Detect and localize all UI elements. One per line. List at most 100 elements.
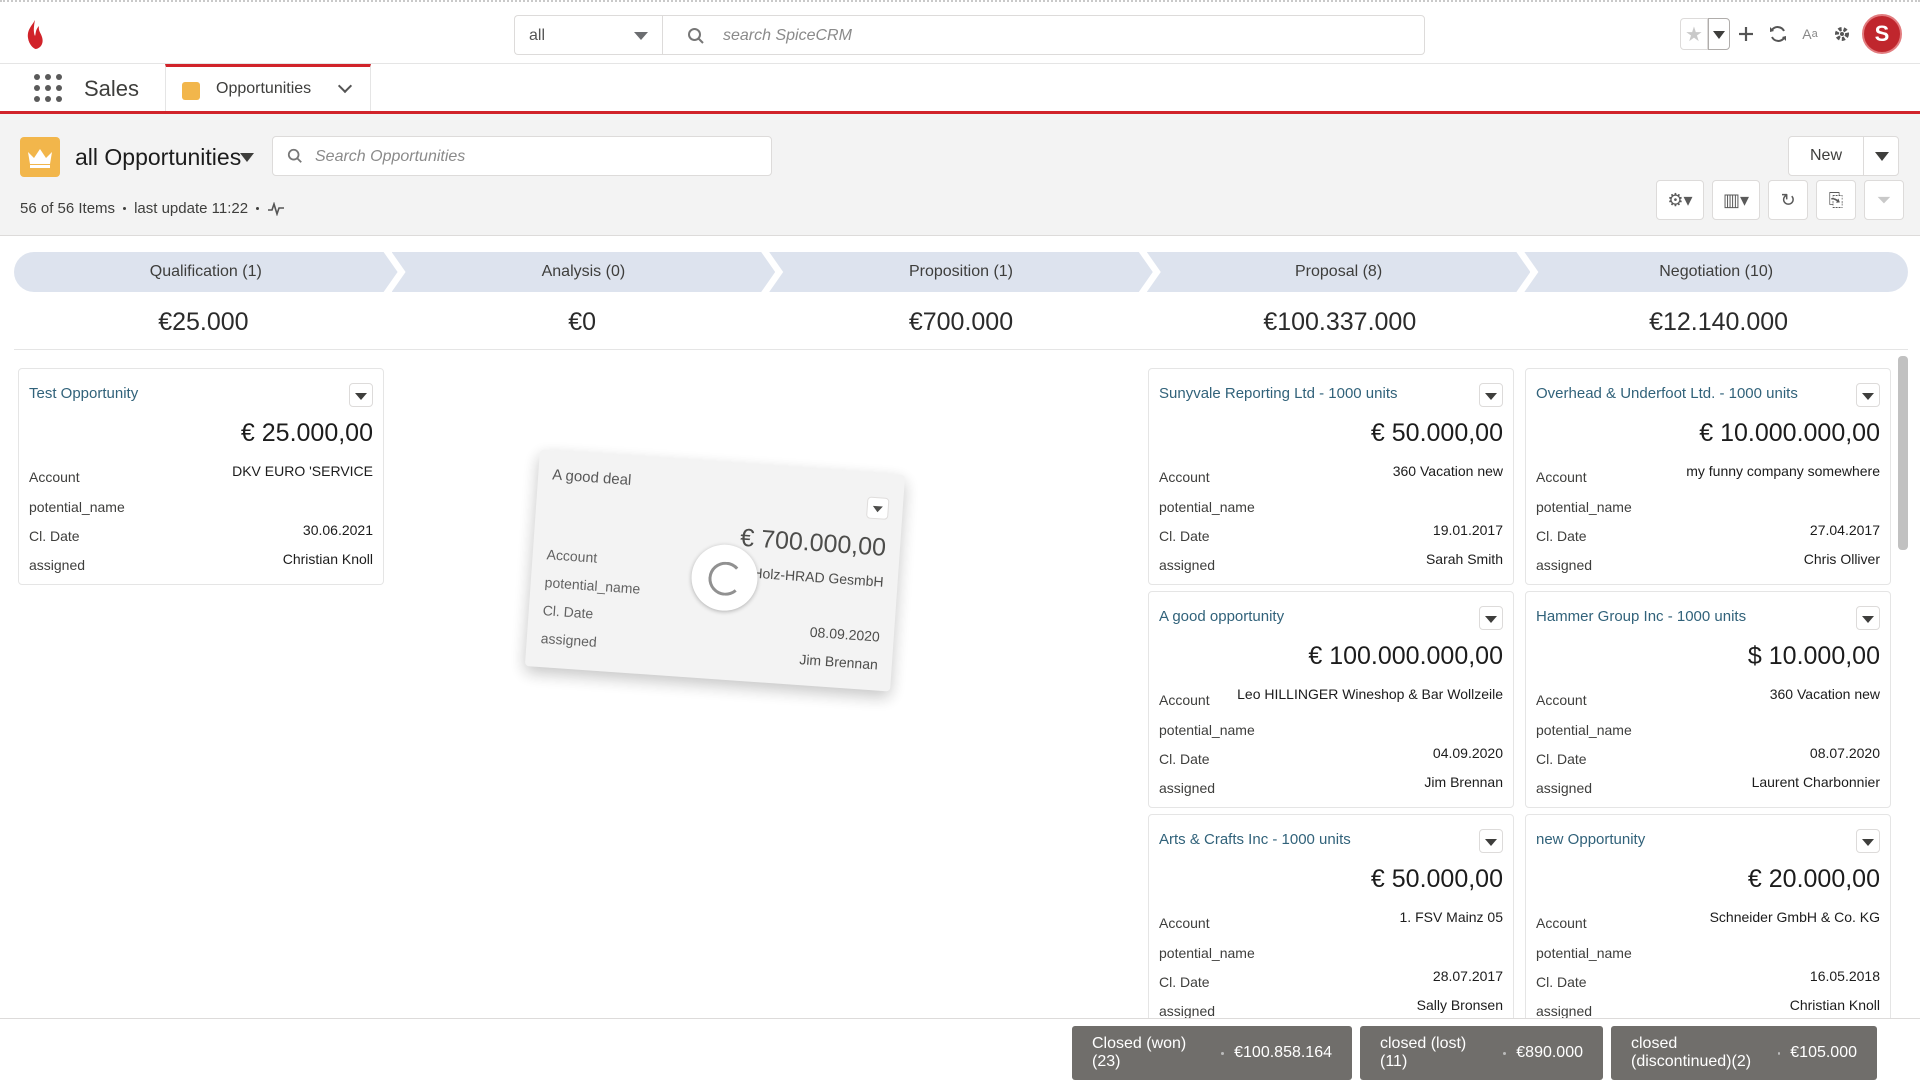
- field-label: Account: [1159, 915, 1210, 931]
- card-menu-icon[interactable]: [1479, 606, 1503, 630]
- account-value[interactable]: 360 Vacation new: [1770, 686, 1880, 702]
- favorite-star-icon[interactable]: ★: [1680, 18, 1708, 50]
- font-size-icon[interactable]: Aa: [1794, 18, 1826, 50]
- app-name: Sales: [84, 76, 140, 101]
- close-date-value: 08.09.2020: [809, 623, 881, 645]
- new-button[interactable]: New: [1788, 136, 1864, 176]
- field-label: Account: [1159, 692, 1210, 708]
- avatar[interactable]: S: [1862, 14, 1902, 54]
- opportunity-card[interactable]: Overhead & Underfoot Ltd. - 1000 units €…: [1525, 368, 1891, 585]
- account-value[interactable]: 360 Vacation new: [1393, 463, 1503, 479]
- app-navigation: Sales Opportunities: [0, 64, 1920, 114]
- field-label: potential_name: [1536, 722, 1632, 738]
- scrollbar[interactable]: [1898, 356, 1908, 550]
- closed-won-dropzone[interactable]: Closed (won)(23) €100.858.164: [1072, 1026, 1352, 1080]
- opportunity-name[interactable]: Hammer Group Inc - 1000 units: [1536, 608, 1746, 625]
- settings-gear-icon[interactable]: ⚙▾: [1656, 180, 1704, 220]
- chevron-down-icon[interactable]: [337, 78, 353, 94]
- close-date-value: 30.06.2021: [302, 522, 373, 538]
- global-search-input[interactable]: search SpiceCRM: [662, 15, 1425, 55]
- opportunity-card[interactable]: Arts & Crafts Inc - 1000 units € 50.000,…: [1148, 814, 1514, 1031]
- list-view-chevron-icon[interactable]: [240, 153, 254, 162]
- opportunity-name[interactable]: A good opportunity: [1159, 608, 1284, 625]
- refresh-icon[interactable]: [1762, 18, 1794, 50]
- assigned-value: Sarah Smith: [1425, 551, 1503, 567]
- opportunity-name: A good deal: [551, 466, 632, 489]
- opportunity-name[interactable]: Test Opportunity: [29, 385, 138, 402]
- stage-total: €700.000: [908, 308, 1014, 336]
- stage-analysis[interactable]: Analysis (0): [392, 252, 776, 292]
- field-label: Cl. Date: [1159, 751, 1210, 767]
- assigned-value: Laurent Charbonnier: [1751, 774, 1880, 790]
- separator-dot: [256, 207, 260, 210]
- gear-icon[interactable]: [1826, 18, 1858, 50]
- assigned-value: Jim Brennan: [1424, 774, 1503, 790]
- field-label: Cl. Date: [1159, 974, 1210, 990]
- field-label: Cl. Date: [29, 528, 80, 544]
- opportunity-amount: € 50.000,00: [1370, 865, 1503, 893]
- stage-negotiation[interactable]: Negotiation (10): [1524, 252, 1908, 292]
- global-header: all search SpiceCRM ★ Aa S: [0, 0, 1920, 64]
- list-header: all Opportunities Search Opportunities 5…: [0, 114, 1920, 236]
- account-value[interactable]: Schneider GmbH & Co. KG: [1710, 909, 1880, 925]
- field-label: assigned: [1159, 1003, 1216, 1019]
- field-label: Cl. Date: [1536, 751, 1587, 767]
- opportunity-card[interactable]: Sunyvale Reporting Ltd - 1000 units € 50…: [1148, 368, 1514, 585]
- columns-icon[interactable]: ▥▾: [1712, 180, 1760, 220]
- stage-totals: €25.000 €0 €700.000 €100.337.000 €12.140…: [14, 308, 1908, 350]
- reload-icon[interactable]: ↻: [1768, 180, 1808, 220]
- list-search-input[interactable]: Search Opportunities: [272, 136, 772, 176]
- opportunity-card[interactable]: Test Opportunity € 25.000,00 Account DKV …: [18, 368, 384, 585]
- tab-opportunities[interactable]: Opportunities: [165, 64, 371, 111]
- stage-proposition[interactable]: Proposition (1): [769, 252, 1153, 292]
- column-negotiation: Overhead & Underfoot Ltd. - 1000 units €…: [1525, 368, 1895, 1037]
- closed-amount: €890.000: [1516, 1044, 1583, 1061]
- stage-qualification[interactable]: Qualification (1): [14, 252, 398, 292]
- opportunity-card[interactable]: new Opportunity € 20.000,00 Account Schne…: [1525, 814, 1891, 1031]
- card-menu-icon[interactable]: [1479, 383, 1503, 407]
- export-icon[interactable]: ⎘: [1816, 180, 1856, 220]
- assigned-value: Jim Brennan: [798, 651, 879, 673]
- opportunity-amount: € 50.000,00: [1370, 419, 1503, 447]
- closed-amount: €105.000: [1790, 1044, 1857, 1061]
- spicecrm-logo[interactable]: [22, 18, 48, 52]
- card-menu-icon[interactable]: [1479, 829, 1503, 853]
- closed-amount: €100.858.164: [1234, 1044, 1332, 1061]
- search-icon: [287, 148, 302, 163]
- card-menu-icon[interactable]: [1856, 383, 1880, 407]
- account-value[interactable]: DKV EURO 'SERVICE: [232, 463, 373, 479]
- account-value[interactable]: 1. FSV Mainz 05: [1400, 909, 1504, 925]
- opportunity-card[interactable]: A good opportunity € 100.000.000,00 Acco…: [1148, 591, 1514, 808]
- favorites-dropdown-icon[interactable]: [1708, 18, 1730, 50]
- activity-icon[interactable]: [267, 201, 285, 216]
- filter-icon[interactable]: ⏷: [1864, 180, 1904, 220]
- stage-proposal[interactable]: Proposal (8): [1147, 252, 1531, 292]
- closed-lost-dropzone[interactable]: closed (lost)(11) €890.000: [1360, 1026, 1603, 1080]
- new-dropdown-icon[interactable]: [1863, 136, 1899, 176]
- opportunity-name[interactable]: Arts & Crafts Inc - 1000 units: [1159, 831, 1351, 848]
- opportunity-name[interactable]: new Opportunity: [1536, 831, 1645, 848]
- tab-label: Opportunities: [216, 80, 312, 97]
- field-label: Cl. Date: [1536, 528, 1587, 544]
- opportunity-name[interactable]: Sunyvale Reporting Ltd - 1000 units: [1159, 385, 1397, 402]
- field-label: potential_name: [1159, 945, 1255, 961]
- search-scope-select[interactable]: all: [514, 15, 662, 55]
- account-value[interactable]: my funny company somewhere: [1686, 463, 1880, 479]
- card-menu-icon[interactable]: [349, 383, 373, 407]
- dragged-opportunity-card[interactable]: A good deal € 700.000,00 Account Holz-HR…: [524, 449, 906, 692]
- card-menu-icon[interactable]: [1856, 606, 1880, 630]
- card-menu-icon[interactable]: [866, 496, 890, 520]
- account-value[interactable]: Leo HILLINGER Wineshop & Bar Wollzeile: [1237, 686, 1503, 702]
- opportunity-name[interactable]: Overhead & Underfoot Ltd. - 1000 units: [1536, 385, 1798, 402]
- list-meta: 56 of 56 Items last update 11:22: [20, 200, 285, 217]
- items-count: 56 of 56 Items: [20, 200, 116, 217]
- opportunity-amount: € 100.000.000,00: [1308, 642, 1503, 670]
- opportunity-amount: € 700.000,00: [739, 523, 887, 562]
- separator-dot: [1777, 1051, 1781, 1055]
- list-title[interactable]: all Opportunities: [75, 144, 241, 171]
- opportunity-card[interactable]: Hammer Group Inc - 1000 units $ 10.000,0…: [1525, 591, 1891, 808]
- plus-icon[interactable]: [1730, 18, 1762, 50]
- closed-discontinued-dropzone[interactable]: closed (discontinued)(2) €105.000: [1611, 1026, 1877, 1080]
- app-launcher-icon[interactable]: [34, 74, 62, 102]
- card-menu-icon[interactable]: [1856, 829, 1880, 853]
